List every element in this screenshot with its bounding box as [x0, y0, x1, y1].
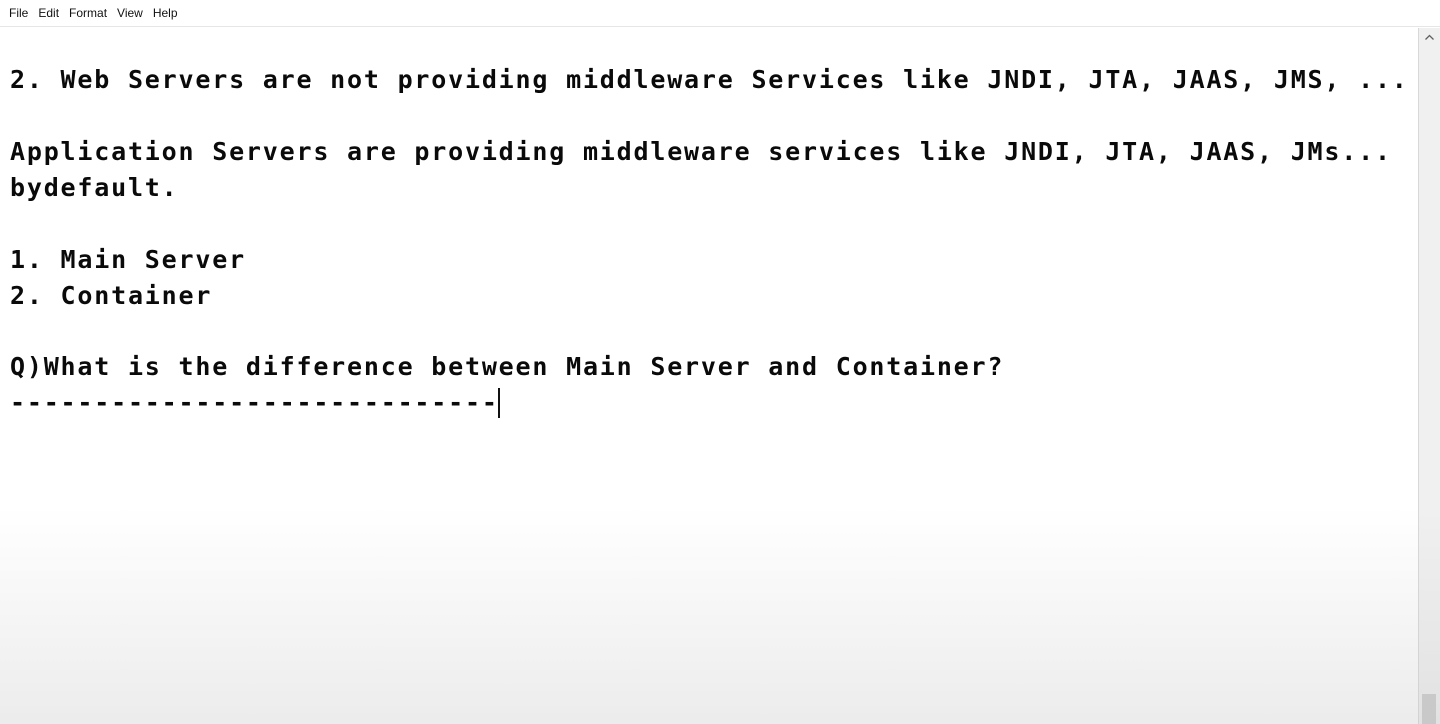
- notepad-window: File Edit Format View Help 2. Web Server…: [0, 0, 1440, 724]
- text-editor-area[interactable]: 2. Web Servers are not providing middlew…: [0, 28, 1419, 724]
- text-line-1: 2. Web Servers are not providing middlew…: [10, 65, 1409, 94]
- menu-file[interactable]: File: [4, 0, 33, 27]
- menu-bar: File Edit Format View Help: [0, 0, 1440, 27]
- menu-format[interactable]: Format: [64, 0, 112, 27]
- text-line-2: Application Servers are providing middle…: [10, 137, 1392, 166]
- text-line-7: -----------------------------: [10, 388, 499, 417]
- chevron-up-icon: [1425, 34, 1434, 40]
- menu-help[interactable]: Help: [148, 0, 183, 27]
- text-line-5: 2. Container: [10, 281, 213, 310]
- scrollbar-thumb[interactable]: [1422, 694, 1436, 724]
- text-cursor: [498, 388, 500, 418]
- menu-edit[interactable]: Edit: [33, 0, 64, 27]
- menu-view[interactable]: View: [112, 0, 148, 27]
- vertical-scrollbar[interactable]: [1419, 28, 1440, 724]
- text-line-4: 1. Main Server: [10, 245, 246, 274]
- text-line-3: bydefault.: [10, 173, 179, 202]
- scroll-up-button[interactable]: [1419, 28, 1440, 46]
- text-line-6: Q)What is the difference between Main Se…: [10, 352, 1005, 381]
